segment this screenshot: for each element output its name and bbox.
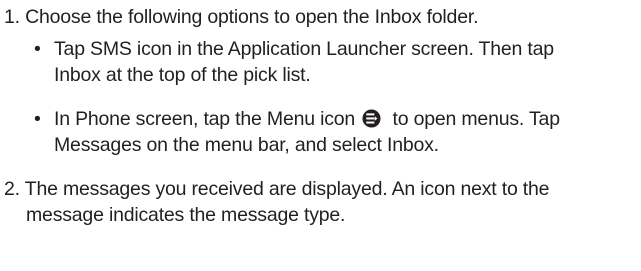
step-1-number: 1. [4,6,20,28]
bullet-2-text-after-icon: to open menus. Tap [392,108,561,130]
bullet-2-line-2: Messages on the menu bar, and select Inb… [54,134,439,156]
bullet-dot: • [34,38,41,60]
menu-icon [362,109,381,128]
bullet-list-a: • Tap SMS icon in the Application Launch… [34,36,634,88]
list-item: • Tap SMS icon in the Application Launch… [34,36,634,88]
bullet-1-line-1: Tap SMS icon in the Application Launcher… [54,38,554,60]
step-2-line-2: message indicates the message type. [26,204,346,226]
step-1: 1. Choose the following options to open … [4,4,636,30]
step-2: 2. The messages you received are display… [4,176,636,228]
instruction-page: 1. Choose the following options to open … [0,0,641,271]
bullet-list-b: • In Phone screen, tap the Menu icon to … [34,106,634,158]
step-2-line-1: 2. The messages you received are display… [4,176,636,202]
step-1-text: Choose the following options to open the… [25,6,479,28]
list-item: • In Phone screen, tap the Menu icon to … [34,106,634,158]
step-2-number: 2. [4,178,20,200]
bullet-2-text-before-icon: In Phone screen, tap the Menu icon [54,108,356,130]
bullet-1-line-2: Inbox at the top of the pick list. [54,64,311,86]
step-2-text-line-1: The messages you received are displayed.… [24,178,550,200]
bullet-2-line-1: In Phone screen, tap the Menu icon to op… [54,106,634,132]
bullet-dot: • [34,108,41,130]
